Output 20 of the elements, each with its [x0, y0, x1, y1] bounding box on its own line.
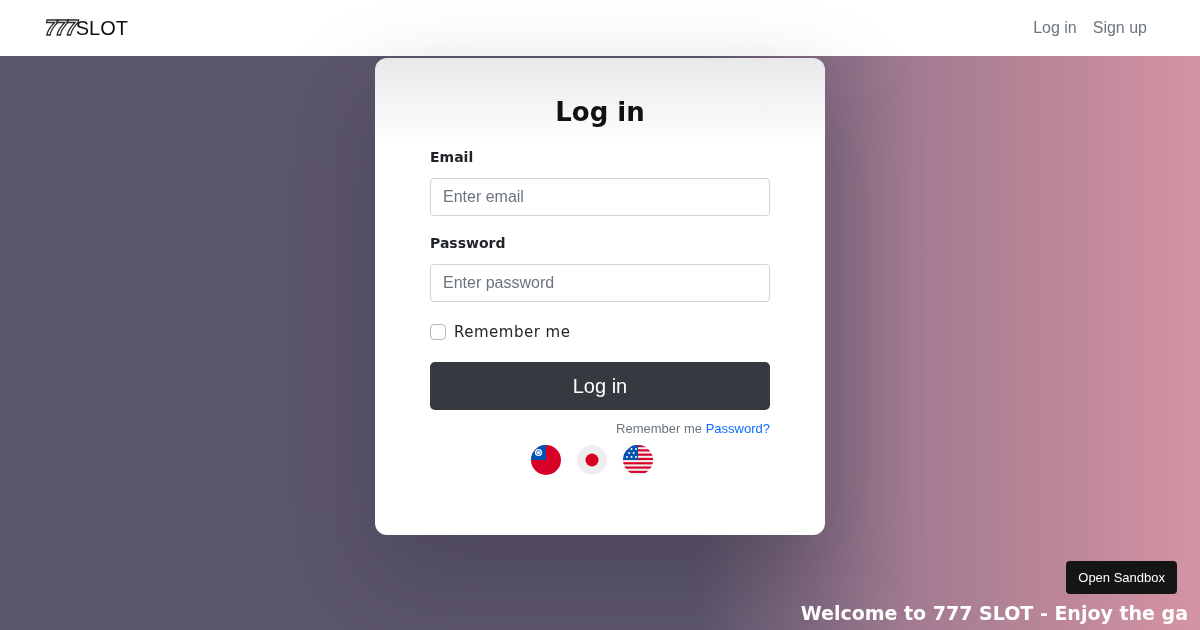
login-button[interactable]: Log in — [430, 361, 770, 410]
nav-link[interactable]: Log in — [1033, 16, 1077, 40]
language-button[interactable] — [577, 444, 607, 475]
language-button[interactable] — [623, 444, 653, 475]
nav-link[interactable]: Sign up — [1092, 16, 1147, 40]
forgot-password-text: Remember me Password? — [616, 420, 770, 437]
remember-label: Remember me — [454, 322, 571, 343]
usa-flag-icon — [623, 444, 653, 475]
japan-flag-icon — [577, 444, 607, 475]
taiwan-flag-icon — [531, 444, 561, 475]
remember-checkbox[interactable] — [430, 324, 446, 341]
welcome-banner-text: Welcome to 777 SLOT - Enjoy the ga — [800, 601, 1188, 626]
language-button[interactable] — [531, 444, 561, 475]
password-link[interactable]: Password? — [705, 420, 770, 436]
input-field[interactable]: Enter email — [430, 178, 770, 216]
login-title: Log in — [554, 96, 646, 129]
field-label: Password — [430, 234, 507, 253]
open-sandbox-button[interactable]: Open Sandbox — [1066, 561, 1177, 594]
field-label: Email — [430, 148, 475, 167]
input-field[interactable]: Enter password — [430, 264, 770, 302]
